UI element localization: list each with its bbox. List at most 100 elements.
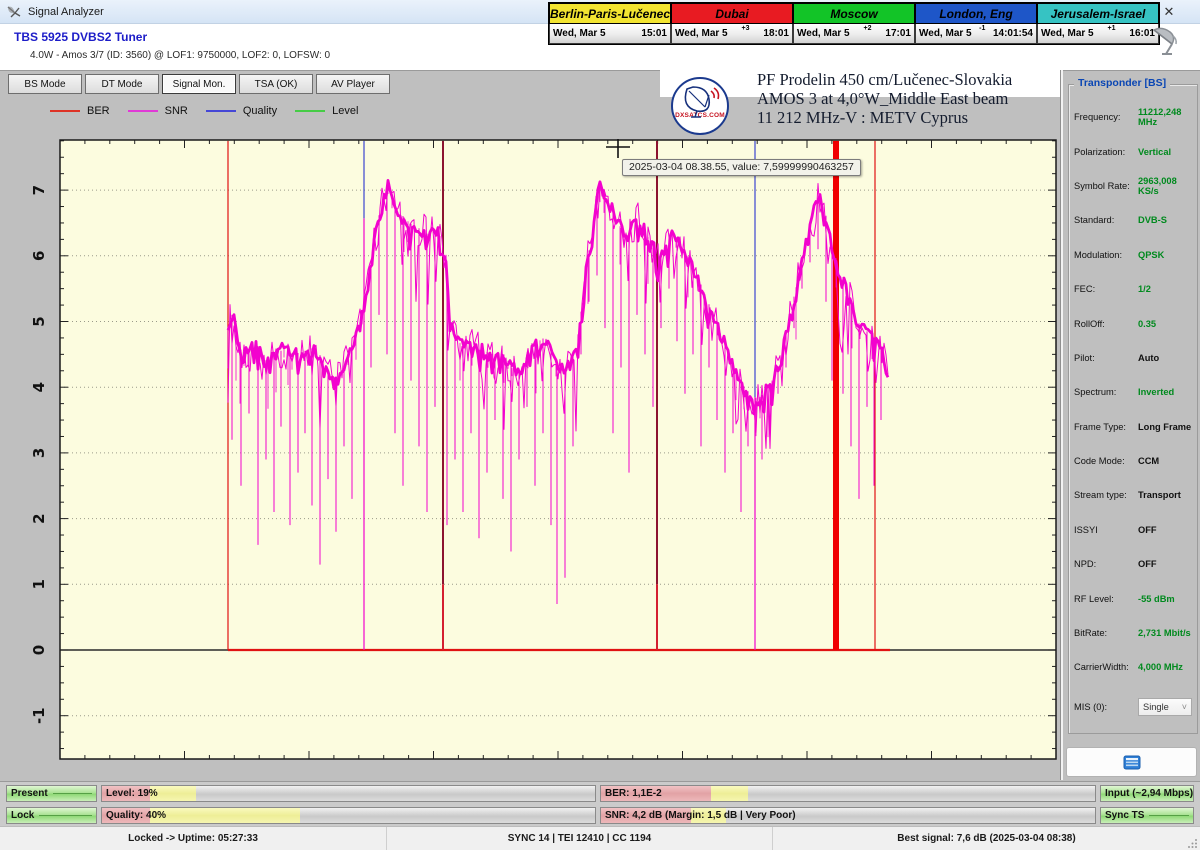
- transponder-row: RF Level:-55 dBm: [1074, 581, 1192, 615]
- field-value: Inverted: [1138, 387, 1174, 397]
- legend-label: Level: [332, 105, 358, 117]
- transponder-row: Frequency:11212,248 MHz: [1074, 100, 1192, 134]
- field-label: Modulation:: [1074, 250, 1138, 260]
- tab-av-player[interactable]: AV Player: [316, 74, 390, 94]
- field-label: RF Level:: [1074, 594, 1138, 604]
- legend-item-level: Level: [295, 105, 358, 117]
- list-icon: [1123, 755, 1141, 770]
- bar-label: BER: 1,1E-2: [601, 788, 662, 799]
- field-label: CarrierWidth:: [1074, 662, 1138, 672]
- clock-offset: [606, 24, 642, 25]
- mis-select[interactable]: Single ˅: [1138, 698, 1192, 716]
- field-value: 2,731 Mbit/s: [1138, 628, 1191, 638]
- status-section: Locked -> Uptime: 05:27:33: [0, 827, 387, 850]
- field-value: Transport: [1138, 490, 1181, 500]
- clock-city: Berlin-Paris-LučenecWed, Mar 515:01: [549, 3, 671, 44]
- tab-signal-mon[interactable]: Signal Mon.: [162, 74, 236, 94]
- logo-dish-icon: [673, 81, 727, 121]
- mis-value: Single: [1143, 702, 1169, 712]
- transponder-row: Frame Type:Long Frame: [1074, 410, 1192, 444]
- field-label: Spectrum:: [1074, 387, 1138, 397]
- field-label: RollOff:: [1074, 319, 1138, 329]
- clock-date: Wed, Mar 5: [553, 28, 606, 39]
- field-value: 2963,008 KS/s: [1138, 176, 1192, 196]
- snr-bar: SNR: 4,2 dB (Margin: 1,5 dB | Very Poor): [600, 807, 1096, 824]
- clock-city-time: Wed, Mar 5-114:01:54: [915, 24, 1037, 44]
- tuner-name: TBS 5925 DVBS2 Tuner: [14, 30, 147, 44]
- mis-label: MIS (0):: [1074, 702, 1138, 712]
- ber-bar: BER: 1,1E-2: [600, 785, 1096, 802]
- clock-offset: +1: [1094, 24, 1130, 32]
- transponder-row: CarrierWidth:4,000 MHz: [1074, 650, 1192, 684]
- bar-label: Sync TS: [1101, 810, 1144, 821]
- clock-offset: -1: [972, 24, 993, 32]
- legend-label: SNR: [165, 105, 188, 117]
- transponder-row: Code Mode:CCM: [1074, 444, 1192, 478]
- status-section: SYNC 14 | TEI 12410 | CC 1194: [387, 827, 773, 850]
- clock-date: Wed, Mar 5: [919, 28, 972, 39]
- world-clock: Berlin-Paris-LučenecWed, Mar 515:01Dubai…: [548, 2, 1160, 45]
- tab-bs-mode[interactable]: BS Mode: [8, 74, 82, 94]
- tab-tsa-ok[interactable]: TSA (OK): [239, 74, 313, 94]
- legend-swatch: [295, 110, 325, 112]
- clock-date: Wed, Mar 5: [797, 28, 850, 39]
- plot-tooltip: 2025-03-04 08.38.55, value: 7,5999999046…: [622, 159, 861, 176]
- field-value: 4,000 MHz: [1138, 662, 1183, 672]
- field-value: 0.35: [1138, 319, 1156, 329]
- y-tick-label: 2: [30, 513, 48, 523]
- status-bar: Locked -> Uptime: 05:27:33SYNC 14 | TEI …: [0, 826, 1200, 850]
- field-label: NPD:: [1074, 559, 1138, 569]
- clock-city-name: Jerusalem-Israel: [1037, 3, 1159, 24]
- annotation-line-2: AMOS 3 at 4,0°W_Middle East beam: [757, 89, 1012, 108]
- signal-plot[interactable]: 76543210-1: [0, 0, 1200, 850]
- legend-item-quality: Quality: [206, 105, 277, 117]
- field-value: DVB-S: [1138, 215, 1167, 225]
- transponder-row: Pilot:Auto: [1074, 341, 1192, 375]
- field-label: Symbol Rate:: [1074, 181, 1138, 191]
- field-label: Stream type:: [1074, 490, 1138, 500]
- field-label: Polarization:: [1074, 147, 1138, 157]
- close-icon[interactable]: ✕: [1156, 2, 1182, 22]
- signal-analyzer-window: { "window": {"title": "Signal Analyzer"}…: [0, 0, 1200, 850]
- present-indicator: Present: [6, 785, 97, 802]
- transponder-row: FEC:1/2: [1074, 272, 1192, 306]
- status-section: Best signal: 7,6 dB (2025-03-04 08:38): [773, 827, 1200, 850]
- transponder-rows: Frequency:11212,248 MHzPolarization:Vert…: [1074, 100, 1192, 685]
- y-tick-label: 6: [30, 251, 48, 261]
- field-label: ISSYI: [1074, 525, 1138, 535]
- bar-label: SNR: 4,2 dB (Margin: 1,5 dB | Very Poor): [601, 810, 796, 821]
- y-tick-label: 5: [30, 316, 48, 326]
- bar-label: Quality: 40%: [102, 810, 166, 821]
- transponder-row: NPD:OFF: [1074, 547, 1192, 581]
- field-value: QPSK: [1138, 250, 1164, 260]
- mode-tabs: BS ModeDT ModeSignal Mon.TSA (OK)AV Play…: [8, 74, 390, 94]
- satellite-dish-icon: [1146, 24, 1186, 58]
- lock-indicator: Lock: [6, 807, 97, 824]
- field-label: BitRate:: [1074, 628, 1138, 638]
- field-label: Pilot:: [1074, 353, 1138, 363]
- bar-label: Present: [7, 788, 48, 799]
- window-title: Signal Analyzer: [28, 6, 104, 18]
- field-value: OFF: [1138, 559, 1157, 569]
- clock-city-name: Dubai: [671, 3, 793, 24]
- panel-splitter[interactable]: [1060, 70, 1063, 780]
- clock-date: Wed, Mar 5: [1041, 28, 1094, 39]
- clock-city-time: Wed, Mar 5+217:01: [793, 24, 915, 44]
- clock-city-name: Moscow: [793, 3, 915, 24]
- field-value: CCM: [1138, 456, 1159, 466]
- field-label: Standard:: [1074, 215, 1138, 225]
- bar-rule: [1149, 815, 1189, 816]
- y-tick-label: 7: [30, 185, 48, 195]
- bar-rule: [39, 815, 92, 816]
- y-tick-label: 4: [30, 382, 48, 392]
- resize-grip[interactable]: [1188, 838, 1198, 848]
- transponder-row: Spectrum:Inverted: [1074, 375, 1192, 409]
- legend-item-snr: SNR: [128, 105, 188, 117]
- stream-log-button[interactable]: [1066, 747, 1197, 777]
- indicator-strip: PresentLevel: 19%BER: 1,1E-2Input (~2,94…: [0, 781, 1200, 827]
- annotation-block: PF Prodelin 450 cm/Lučenec-Slovakia AMOS…: [757, 70, 1012, 127]
- tab-dt-mode[interactable]: DT Mode: [85, 74, 159, 94]
- chart-legend: BERSNRQualityLevel: [50, 105, 358, 117]
- transponder-row: Symbol Rate:2963,008 KS/s: [1074, 169, 1192, 203]
- clock-city-time: Wed, Mar 5+116:01: [1037, 24, 1159, 44]
